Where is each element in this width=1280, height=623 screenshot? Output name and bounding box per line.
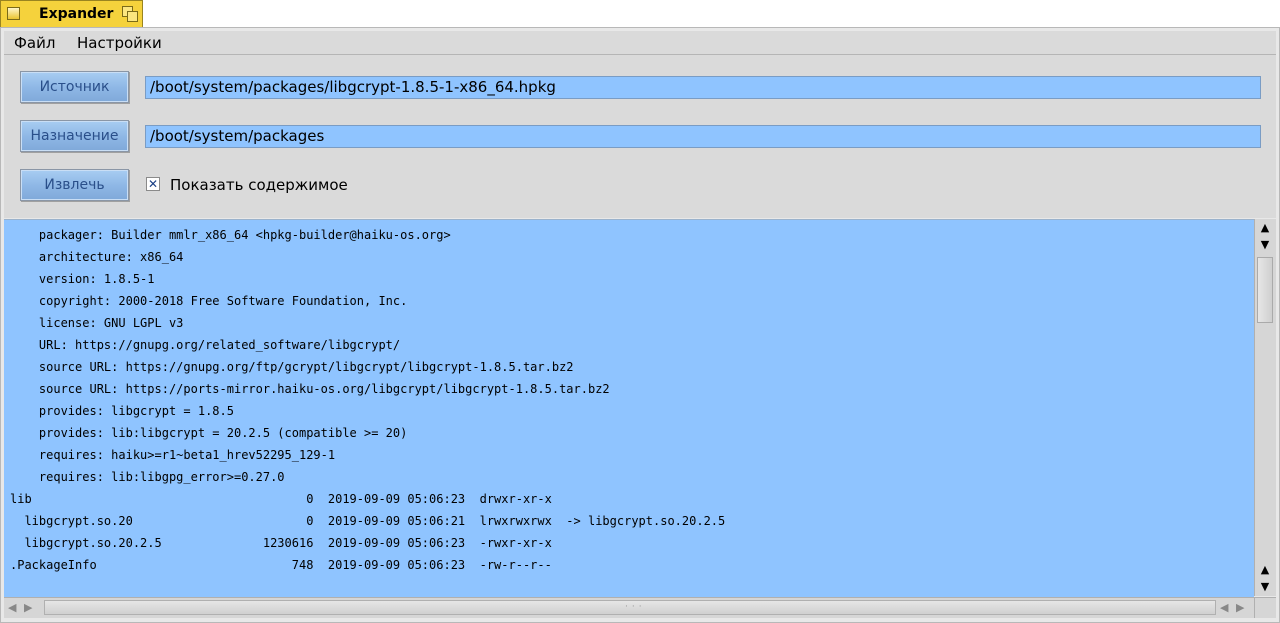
content-line: license: GNU LGPL v3 xyxy=(10,316,184,330)
content-line: URL: https://gnupg.org/related_software/… xyxy=(10,338,401,352)
scroll-right-icon[interactable]: ▶ xyxy=(24,601,32,615)
content-line: .PackageInfo 748 2019-09-09 05:06:23 -rw… xyxy=(10,558,552,572)
scroll-up-icon[interactable]: ▲ xyxy=(1255,564,1275,576)
content-line: provides: libgcrypt = 1.8.5 xyxy=(10,404,234,418)
scroll-left-icon[interactable]: ◀ xyxy=(1220,601,1228,615)
resize-corner[interactable] xyxy=(1254,597,1276,618)
destination-button[interactable]: Назначение xyxy=(20,120,129,152)
scroll-down-icon[interactable]: ▼ xyxy=(1255,239,1275,251)
content-line: architecture: x86_64 xyxy=(10,250,184,264)
content-line: copyright: 2000-2018 Free Software Found… xyxy=(10,294,408,308)
content-line: source URL: https://ports-mirror.haiku-o… xyxy=(10,382,610,396)
content-line: source URL: https://gnupg.org/ftp/gcrypt… xyxy=(10,360,574,374)
source-button[interactable]: Источник xyxy=(20,71,129,103)
window-title: Expander xyxy=(39,6,114,22)
content-line: packager: Builder mmlr_x86_64 <hpkg-buil… xyxy=(10,228,451,242)
scroll-left-icon[interactable]: ◀ xyxy=(8,601,16,615)
zoom-icon[interactable] xyxy=(122,6,138,22)
content-line: requires: haiku>=r1~beta1_hrev52295_129-… xyxy=(10,448,336,462)
content-line: libgcrypt.so.20.2.5 1230616 2019-09-09 0… xyxy=(10,536,552,550)
content-line: version: 1.8.5-1 xyxy=(10,272,155,286)
scroll-up-icon[interactable]: ▲ xyxy=(1255,222,1275,234)
scroll-right-icon[interactable]: ▶ xyxy=(1236,601,1244,615)
show-contents-checkbox[interactable]: ✕ xyxy=(146,177,160,191)
menu-bar: Файл Настройки xyxy=(4,31,1276,55)
content-line: requires: lib:libgpg_error>=0.27.0 xyxy=(10,470,285,484)
vertical-scroll-thumb[interactable] xyxy=(1257,257,1273,323)
vertical-scrollbar[interactable]: ▲ ▼ ▲ ▼ xyxy=(1254,219,1276,596)
menu-settings[interactable]: Настройки xyxy=(77,34,162,52)
source-path-field[interactable]: /boot/system/packages/libgcrypt-1.8.5-1-… xyxy=(145,76,1261,99)
close-icon[interactable] xyxy=(7,7,20,20)
menu-file[interactable]: Файл xyxy=(14,34,55,52)
content-line: libgcrypt.so.20 0 2019-09-09 05:06:21 lr… xyxy=(10,514,726,528)
contents-text-view[interactable]: packager: Builder mmlr_x86_64 <hpkg-buil… xyxy=(4,219,1254,597)
destination-path-field[interactable]: /boot/system/packages xyxy=(145,125,1261,148)
content-line: lib 0 2019-09-09 05:06:23 drwxr-xr-x xyxy=(10,492,552,506)
show-contents-label: Показать содержимое xyxy=(170,176,348,194)
horizontal-scrollbar[interactable]: ◀ ▶ ··· ◀ ▶ xyxy=(4,597,1254,618)
window-tab[interactable]: Expander xyxy=(0,0,143,27)
content-line: provides: lib:libgcrypt = 20.2.5 (compat… xyxy=(10,426,408,440)
horizontal-scroll-thumb[interactable]: ··· xyxy=(44,600,1216,615)
scroll-down-icon[interactable]: ▼ xyxy=(1255,581,1275,593)
extract-button[interactable]: Извлечь xyxy=(20,169,129,201)
